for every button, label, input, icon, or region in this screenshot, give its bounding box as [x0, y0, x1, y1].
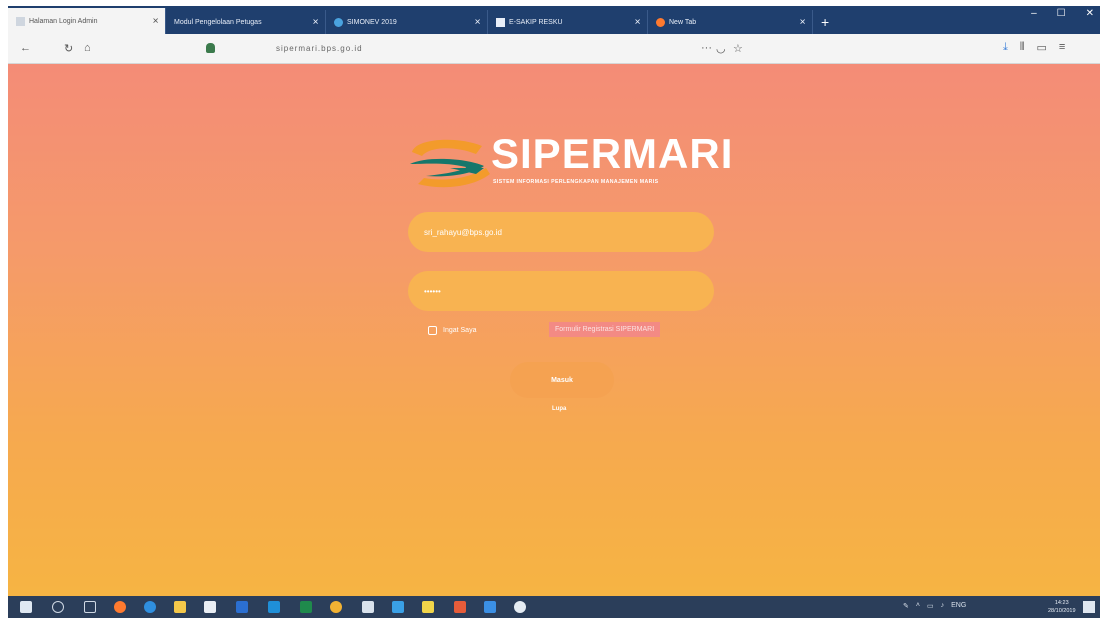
battery-icon[interactable]: ▭	[927, 602, 934, 610]
tab-label: E-SAKIP RESKU	[509, 18, 563, 26]
lock-icon	[206, 43, 215, 53]
sidebar-icon[interactable]: ▭	[1037, 41, 1047, 54]
more-icon[interactable]: ···	[701, 42, 712, 54]
browser-nav-bar: ← ↻ ⌂ sipermari.bps.go.id ··· ◡ ☆ ⤓ ⫴ ▭ …	[8, 34, 1100, 64]
register-link[interactable]: Formulir Registrasi SIPERMARI	[549, 322, 661, 337]
search-icon[interactable]	[52, 601, 64, 613]
close-icon[interactable]: ✕	[312, 18, 319, 27]
word-icon[interactable]	[236, 601, 248, 613]
email-field[interactable]	[408, 212, 714, 252]
page-icon	[496, 17, 505, 27]
toolbar-icons: ⤓ ⫴ ▭ ≡	[1003, 41, 1065, 54]
close-icon[interactable]: ✕	[634, 18, 641, 27]
tab-petugas[interactable]: Modul Pengelolaan Petugas ✕	[166, 10, 326, 34]
calculator-icon[interactable]	[362, 601, 374, 613]
app-icon[interactable]	[514, 601, 526, 613]
forgot-link[interactable]: Lupa	[552, 406, 566, 412]
tab-simonev[interactable]: SIMONEV 2019 ✕	[326, 10, 488, 34]
password-field[interactable]	[408, 271, 714, 311]
close-icon[interactable]: ✕	[474, 18, 481, 27]
login-button[interactable]: Masuk	[510, 362, 614, 398]
sticky-notes-icon[interactable]	[422, 601, 434, 613]
brand-title: SIPERMARI	[491, 130, 734, 177]
store-icon[interactable]	[204, 601, 216, 613]
excel-icon[interactable]	[300, 601, 312, 613]
clock-date: 28/10/2019	[1048, 608, 1076, 614]
remember-checkbox[interactable]	[428, 326, 437, 335]
browser-tab-strip: Halaman Login Admin ✕ Modul Pengelolaan …	[8, 6, 1100, 34]
download-icon[interactable]: ⤓	[1003, 41, 1008, 54]
pen-icon[interactable]: ✎	[903, 602, 909, 610]
language-indicator[interactable]: ENG	[951, 602, 966, 610]
globe-icon	[334, 17, 343, 27]
url-bar[interactable]: sipermari.bps.go.id	[276, 44, 363, 53]
bookmark-star-icon[interactable]: ☆	[733, 42, 743, 55]
remember-me[interactable]: Ingat Saya	[428, 326, 476, 335]
maximize-icon[interactable]: ☐	[1057, 8, 1066, 19]
close-window-icon[interactable]: ✕	[1086, 8, 1094, 19]
tab-label: Halaman Login Admin	[29, 17, 98, 25]
clock-time: 14:23	[1054, 600, 1069, 606]
pocket-icon[interactable]: ◡	[716, 42, 726, 55]
app-icon[interactable]	[484, 601, 496, 613]
tab-label: SIMONEV 2019	[347, 18, 397, 26]
tab-label: Modul Pengelolaan Petugas	[174, 18, 262, 26]
windows-taskbar: ✎ ˄ ▭ ♪ ENG 14:23 28/10/2019	[8, 596, 1100, 618]
ie-icon[interactable]	[144, 601, 156, 613]
brand-tagline: SISTEM INFORMASI PERLENGKAPAN MANAJEMEN …	[493, 179, 659, 185]
library-icon[interactable]: ⫴	[1020, 41, 1025, 54]
tab-label: New Tab	[669, 18, 697, 26]
reload-icon[interactable]: ↻	[64, 42, 73, 55]
remember-label: Ingat Saya	[443, 327, 477, 334]
outlook-icon[interactable]	[268, 601, 280, 613]
app-icon[interactable]	[392, 601, 404, 613]
menu-icon[interactable]: ≡	[1059, 41, 1065, 54]
close-icon[interactable]: ✕	[152, 17, 159, 26]
home-icon[interactable]: ⌂	[84, 42, 91, 54]
start-icon[interactable]	[20, 601, 32, 613]
tab-login[interactable]: Halaman Login Admin ✕	[8, 8, 166, 34]
close-icon[interactable]: ✕	[799, 18, 806, 27]
folder-icon[interactable]	[174, 601, 186, 613]
app-icon[interactable]	[454, 601, 466, 613]
firefox-icon[interactable]	[114, 601, 126, 613]
chevron-up-icon[interactable]: ˄	[916, 602, 920, 610]
back-icon[interactable]: ←	[20, 42, 31, 54]
firefox-icon	[656, 17, 665, 27]
screenshot-frame: Halaman Login Admin ✕ Modul Pengelolaan …	[8, 6, 1100, 618]
task-view-icon[interactable]	[84, 601, 96, 613]
page-icon	[16, 16, 25, 26]
clock[interactable]: 14:23 28/10/2019	[1048, 599, 1076, 615]
minimize-icon[interactable]: –	[1031, 8, 1037, 19]
notification-icon[interactable]	[1083, 601, 1095, 613]
new-tab-button[interactable]: +	[813, 10, 837, 34]
chrome-icon[interactable]	[330, 601, 342, 613]
volume-icon[interactable]: ♪	[941, 602, 945, 610]
tab-newtab[interactable]: New Tab ✕	[648, 10, 813, 34]
system-tray: ✎ ˄ ▭ ♪ ENG	[903, 602, 966, 610]
tab-esakip[interactable]: E-SAKIP RESKU ✕	[488, 10, 648, 34]
window-controls: – ☐ ✕	[1031, 8, 1094, 19]
login-page: SIPERMARI SISTEM INFORMASI PERLENGKAPAN …	[8, 64, 1100, 596]
